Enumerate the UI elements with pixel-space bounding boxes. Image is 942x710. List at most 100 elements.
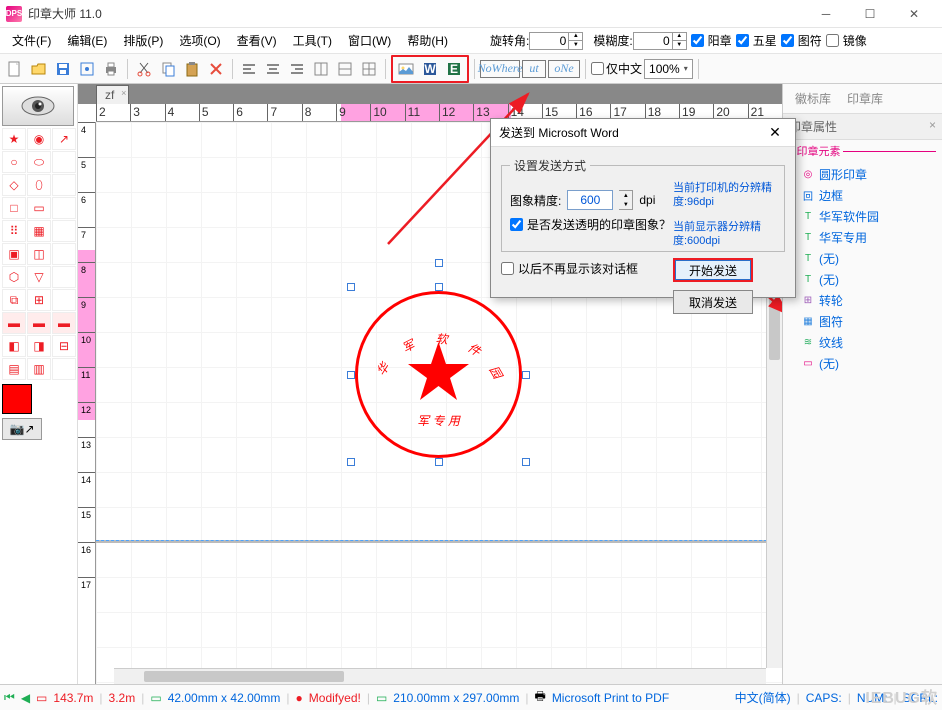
tool-r2-icon[interactable]: ▬ [27, 312, 51, 334]
menu-tools[interactable]: 工具(T) [285, 28, 340, 53]
cancel-send-button[interactable]: 取消发送 [673, 290, 753, 314]
tree-node[interactable]: T(无) [801, 248, 938, 269]
menu-options[interactable]: 选项(O) [171, 28, 228, 53]
tool-r1-icon[interactable]: ▬ [2, 312, 26, 334]
tool-circle-icon[interactable]: ○ [2, 151, 26, 173]
tool-b1-icon[interactable]: ▤ [2, 358, 26, 380]
tree-node[interactable]: ▦图符 [801, 311, 938, 332]
paste-button[interactable] [181, 58, 203, 80]
align2-icon[interactable] [262, 58, 284, 80]
tool-rect-icon[interactable]: ▭ [27, 197, 51, 219]
tree-node[interactable]: ⊞转轮 [801, 290, 938, 311]
delete-button[interactable] [205, 58, 227, 80]
tab-badge-library[interactable]: 徽标库 [791, 86, 835, 111]
panel-close-icon[interactable]: × [929, 118, 936, 135]
tool-circle-dot-icon[interactable]: ◉ [27, 128, 51, 150]
save-button[interactable] [52, 58, 74, 80]
tool-hex-icon[interactable]: ⬡ [2, 266, 26, 288]
tree-node[interactable]: T(无) [801, 269, 938, 290]
tool-frame2-icon[interactable]: ◫ [27, 243, 51, 265]
open-button[interactable] [28, 58, 50, 80]
tree-node[interactable]: T华军软件园 [801, 206, 938, 227]
font-nowhere[interactable]: NoWhere [480, 60, 520, 78]
rotate-spinner[interactable]: ▲▼ [569, 32, 583, 50]
current-color-swatch[interactable] [2, 384, 32, 414]
tool-sq2-icon[interactable]: ⊞ [27, 289, 51, 311]
tool-split3-icon[interactable]: ⊟ [52, 335, 76, 357]
tool-arrow-icon[interactable]: ↗ [52, 128, 76, 150]
tab-zf[interactable]: zf× [96, 85, 129, 104]
tool-b2-icon[interactable]: ▥ [27, 358, 51, 380]
handle-mt[interactable] [435, 283, 443, 291]
close-button[interactable]: ✕ [892, 0, 936, 28]
cut-button[interactable] [133, 58, 155, 80]
handle-tl[interactable] [347, 283, 355, 291]
handle-bl[interactable] [347, 458, 355, 466]
blur-spinner[interactable]: ▲▼ [673, 32, 687, 50]
tool-oval-icon[interactable]: ⬯ [27, 174, 51, 196]
rotate-input[interactable] [529, 32, 569, 50]
tab-seal-library[interactable]: 印章库 [843, 86, 887, 111]
tool-split1-icon[interactable]: ◧ [2, 335, 26, 357]
tool-ellipse-icon[interactable]: ⬭ [27, 151, 51, 173]
tool-r3-icon[interactable]: ▬ [52, 312, 76, 334]
camera-icon[interactable]: 📷↗ [2, 418, 42, 440]
preview-icon[interactable] [76, 58, 98, 80]
tree-node[interactable]: T华军专用 [801, 227, 938, 248]
tool-diamond-icon[interactable]: ◇ [2, 174, 26, 196]
tool-frame1-icon[interactable]: ▣ [2, 243, 26, 265]
noshow-checkbox[interactable]: 以后不再显示该对话框 [501, 260, 638, 277]
nav-first-icon[interactable]: ⏮ [4, 690, 15, 705]
menu-view[interactable]: 查看(V) [229, 28, 285, 53]
font-ut[interactable]: ut [522, 60, 546, 78]
chk-symbol[interactable]: 图符 [781, 32, 822, 49]
minimize-button[interactable]: ─ [804, 0, 848, 28]
menu-file[interactable]: 文件(F) [4, 28, 59, 53]
start-send-button[interactable]: 开始发送 [673, 258, 753, 282]
zoom-combo[interactable]: 100%▾ [644, 59, 693, 79]
grid3-icon[interactable] [358, 58, 380, 80]
tree-node[interactable]: ◎圆形印章 [801, 164, 938, 185]
menu-window[interactable]: 窗口(W) [340, 28, 399, 53]
menu-edit[interactable]: 编辑(E) [59, 28, 115, 53]
tree-node[interactable]: ▭(无) [801, 353, 938, 374]
menu-layout[interactable]: 排版(P) [115, 28, 171, 53]
tool-star-icon[interactable]: ★ [2, 128, 26, 150]
tool-sq1-icon[interactable]: ⧉ [2, 289, 26, 311]
tool-grid-icon[interactable]: ▦ [27, 220, 51, 242]
handle-ml[interactable] [347, 371, 355, 379]
resolution-input[interactable] [567, 190, 613, 210]
copy-button[interactable] [157, 58, 179, 80]
export-image-button[interactable] [395, 58, 417, 80]
tool-tri-icon[interactable]: ▽ [27, 266, 51, 288]
scrollbar-horizontal[interactable] [114, 668, 766, 684]
export-excel-button[interactable]: E [443, 58, 465, 80]
section-header[interactable]: 印章元素 [783, 140, 942, 162]
nav-prev-icon[interactable]: ◀ [21, 691, 30, 705]
chk-sun[interactable]: 阳章 [691, 32, 732, 49]
grid2-icon[interactable] [334, 58, 356, 80]
maximize-button[interactable]: ☐ [848, 0, 892, 28]
print-button[interactable] [100, 58, 122, 80]
resolution-spinner[interactable]: ▲▼ [619, 190, 633, 210]
handle-mr[interactable] [522, 371, 530, 379]
handle-mb[interactable] [435, 458, 443, 466]
handle-rotate[interactable] [435, 259, 443, 267]
align1-icon[interactable] [238, 58, 260, 80]
align3-icon[interactable] [286, 58, 308, 80]
seal-selection[interactable]: 华 军 软 件 园 军 专 用 [351, 287, 526, 462]
only-chinese-check[interactable]: 仅中文 [591, 60, 642, 77]
tool-square-icon[interactable]: □ [2, 197, 26, 219]
dialog-titlebar[interactable]: 发送到 Microsoft Word ✕ [491, 119, 795, 147]
tab-close-icon[interactable]: × [121, 88, 126, 98]
export-word-button[interactable]: W [419, 58, 441, 80]
transparent-checkbox[interactable]: 是否发送透明的印章图象？ [510, 216, 671, 233]
tree-node[interactable]: 回边框 [801, 185, 938, 206]
grid1-icon[interactable] [310, 58, 332, 80]
menu-help[interactable]: 帮助(H) [399, 28, 456, 53]
handle-br[interactable] [522, 458, 530, 466]
new-button[interactable] [4, 58, 26, 80]
blur-input[interactable] [633, 32, 673, 50]
dialog-close-icon[interactable]: ✕ [763, 124, 787, 141]
chk-mirror[interactable]: 镜像 [826, 32, 867, 49]
